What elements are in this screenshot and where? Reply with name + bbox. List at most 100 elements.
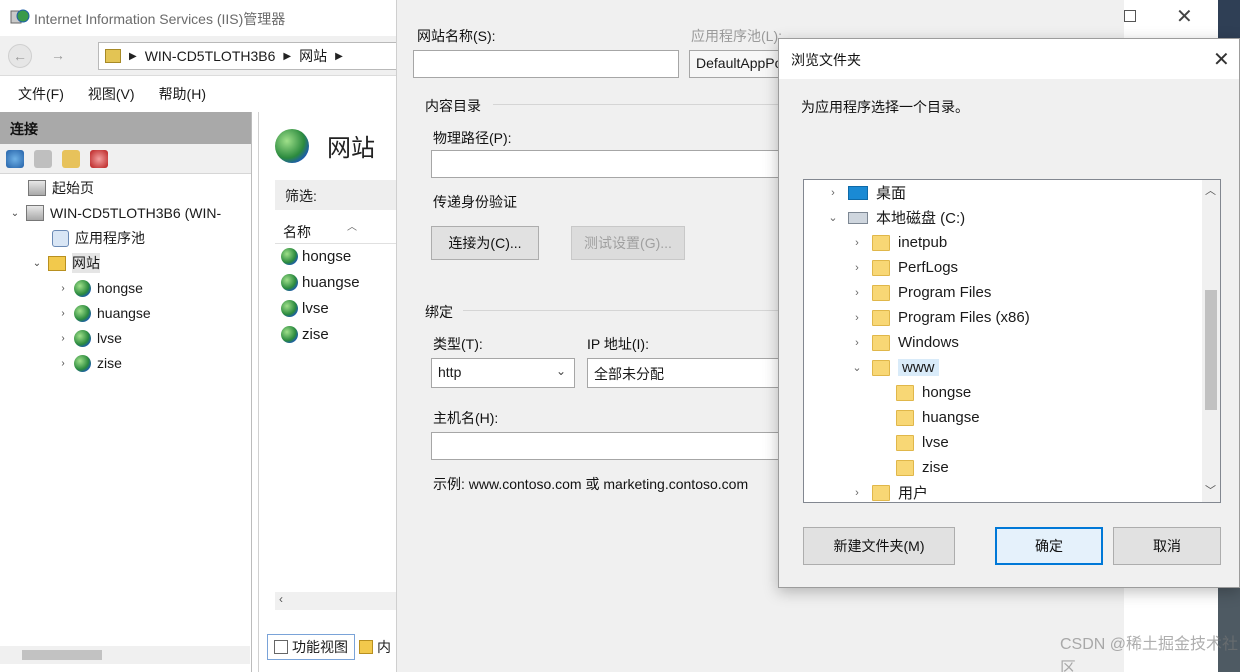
iis-manager-window: Internet Information Services (IIS)管理器 ✕…: [0, 0, 1240, 672]
close-icon[interactable]: ✕: [1176, 4, 1193, 29]
tree-item-site[interactable]: › huangse: [58, 301, 151, 325]
website-globe-icon: [281, 248, 298, 265]
menu-file[interactable]: 文件(F): [18, 84, 64, 104]
chevron-right-icon[interactable]: ›: [58, 283, 68, 294]
address-bar[interactable]: ▶ WIN-CD5TLOTH3B6 ▶ 网站 ▶: [98, 42, 398, 70]
folder-tree[interactable]: › 桌面 ⌄ 本地磁盘 (C:) › inetpub › PerfLogs ›: [803, 179, 1221, 503]
scroll-left-icon[interactable]: ‹: [279, 592, 283, 606]
list-item[interactable]: hongse: [281, 248, 351, 265]
save-icon[interactable]: [34, 149, 52, 168]
tree-item-app-pools[interactable]: 应用程序池: [52, 226, 145, 250]
folder-icon: [896, 434, 914, 451]
forward-arrow-icon[interactable]: →: [46, 44, 70, 68]
sites-globe-icon: [275, 128, 309, 163]
watermark-text: CSDN @稀土掘金技术社区: [1060, 636, 1239, 672]
folder-tree-vertical-scrollbar[interactable]: ︿ ﹀: [1202, 180, 1220, 502]
folder-item[interactable]: lvse: [896, 430, 949, 455]
chevron-right-icon[interactable]: ›: [850, 287, 864, 299]
tab-feature-view[interactable]: 功能视图: [267, 634, 355, 660]
folder-item-drive-c[interactable]: ⌄ 本地磁盘 (C:): [826, 205, 965, 230]
breadcrumb-separator-icon: ▶: [129, 50, 137, 62]
menu-help[interactable]: 帮助(H): [159, 84, 206, 104]
tree-item-site[interactable]: › zise: [58, 351, 122, 375]
folder-item[interactable]: › PerfLogs: [850, 255, 958, 280]
disconnect-icon[interactable]: [90, 149, 108, 168]
back-arrow-icon[interactable]: ←: [8, 44, 32, 68]
list-item[interactable]: huangse: [281, 274, 360, 291]
folder-item[interactable]: › Windows: [850, 330, 959, 355]
folder-item[interactable]: hongse: [896, 380, 971, 405]
folder-item[interactable]: › Program Files (x86): [850, 305, 1030, 330]
connect-globe-icon[interactable]: [6, 149, 24, 168]
type-select[interactable]: http ⌄: [431, 358, 575, 388]
website-globe-icon: [74, 279, 91, 297]
folder-item[interactable]: › inetpub: [850, 230, 947, 255]
chevron-right-icon[interactable]: ›: [850, 312, 864, 324]
server-icon: [26, 205, 44, 221]
tree-item-server[interactable]: ⌄ WIN-CD5TLOTH3B6 (WIN-: [10, 201, 221, 225]
folder-item-www-selected[interactable]: ⌄ www: [850, 355, 939, 380]
chevron-right-icon[interactable]: ›: [850, 337, 864, 349]
new-folder-button[interactable]: 新建文件夹(M): [803, 527, 955, 565]
site-folder-icon: [105, 49, 121, 63]
scroll-down-icon[interactable]: ﹀: [1205, 482, 1216, 498]
breadcrumb-sites[interactable]: 网站: [299, 46, 327, 66]
folder-item[interactable]: › Program Files: [850, 280, 991, 305]
folder-item[interactable]: huangse: [896, 405, 980, 430]
scrollbar-thumb[interactable]: [1205, 290, 1217, 410]
ip-address-label: IP 地址(I):: [587, 336, 649, 352]
connections-horizontal-scrollbar[interactable]: [0, 646, 250, 664]
physical-path-input[interactable]: [431, 150, 783, 178]
chevron-right-icon[interactable]: ›: [850, 237, 864, 249]
chevron-down-icon[interactable]: ⌄: [850, 361, 864, 374]
hostname-input[interactable]: [431, 432, 783, 460]
tree-item-sites[interactable]: ⌄ 网站: [32, 251, 100, 275]
folder-item[interactable]: zise: [896, 455, 949, 480]
folder-item-desktop[interactable]: › 桌面: [826, 180, 906, 205]
list-item[interactable]: lvse: [281, 300, 329, 317]
chevron-down-icon[interactable]: ⌄: [10, 208, 20, 219]
folder-icon: [896, 384, 914, 401]
breadcrumb-server[interactable]: WIN-CD5TLOTH3B6: [145, 48, 276, 64]
chevron-right-icon[interactable]: ›: [850, 487, 864, 499]
column-header-name[interactable]: 名称 ︿: [275, 218, 401, 244]
content-horizontal-scrollbar[interactable]: ‹: [275, 592, 401, 610]
site-name-input[interactable]: [413, 50, 679, 78]
tree-item-start-page[interactable]: 起始页: [28, 176, 94, 200]
view-tabs: 功能视图 内: [267, 634, 401, 662]
filter-bar[interactable]: 筛选:: [275, 180, 401, 210]
chevron-right-icon[interactable]: ›: [850, 262, 864, 274]
cancel-button[interactable]: 取消: [1113, 527, 1221, 565]
chevron-down-icon[interactable]: ⌄: [32, 258, 42, 269]
chevron-right-icon[interactable]: ›: [58, 358, 68, 369]
website-globe-icon: [74, 354, 91, 372]
website-globe-icon: [74, 304, 91, 322]
chevron-down-icon[interactable]: ⌄: [826, 211, 840, 224]
chevron-right-icon[interactable]: ›: [58, 308, 68, 319]
site-name-label: 网站名称(S):: [417, 28, 496, 44]
scroll-up-icon[interactable]: ︿: [1205, 182, 1216, 198]
maximize-icon[interactable]: [1124, 10, 1136, 22]
hostname-example-text: 示例: www.contoso.com 或 marketing.contoso.…: [433, 476, 749, 492]
tab-content-view[interactable]: 内: [359, 634, 391, 660]
tree-item-site[interactable]: › hongse: [58, 276, 143, 300]
content-view-icon: [359, 640, 373, 654]
up-folder-icon[interactable]: [62, 149, 80, 168]
menu-view[interactable]: 视图(V): [88, 84, 135, 104]
folder-item[interactable]: › 用户: [850, 480, 928, 502]
ip-address-select[interactable]: 全部未分配: [587, 358, 783, 388]
tree-item-site[interactable]: › lvse: [58, 326, 122, 350]
app-pool-label: 应用程序池(L):: [691, 28, 782, 44]
browse-instruction: 为应用程序选择一个目录。: [801, 99, 969, 115]
test-settings-button[interactable]: 测试设置(G)...: [571, 226, 685, 260]
app-pool-field[interactable]: DefaultAppPool: [689, 50, 789, 78]
connect-as-button[interactable]: 连接为(C)...: [431, 226, 539, 260]
ok-button[interactable]: 确定: [995, 527, 1103, 565]
chevron-right-icon[interactable]: ›: [58, 333, 68, 344]
folder-icon: [896, 409, 914, 426]
scrollbar-thumb[interactable]: [22, 650, 102, 660]
chevron-right-icon[interactable]: ›: [826, 187, 840, 199]
list-item[interactable]: zise: [281, 326, 329, 343]
window-title: Internet Information Services (IIS)管理器: [34, 11, 286, 27]
close-icon[interactable]: ✕: [1213, 47, 1230, 72]
